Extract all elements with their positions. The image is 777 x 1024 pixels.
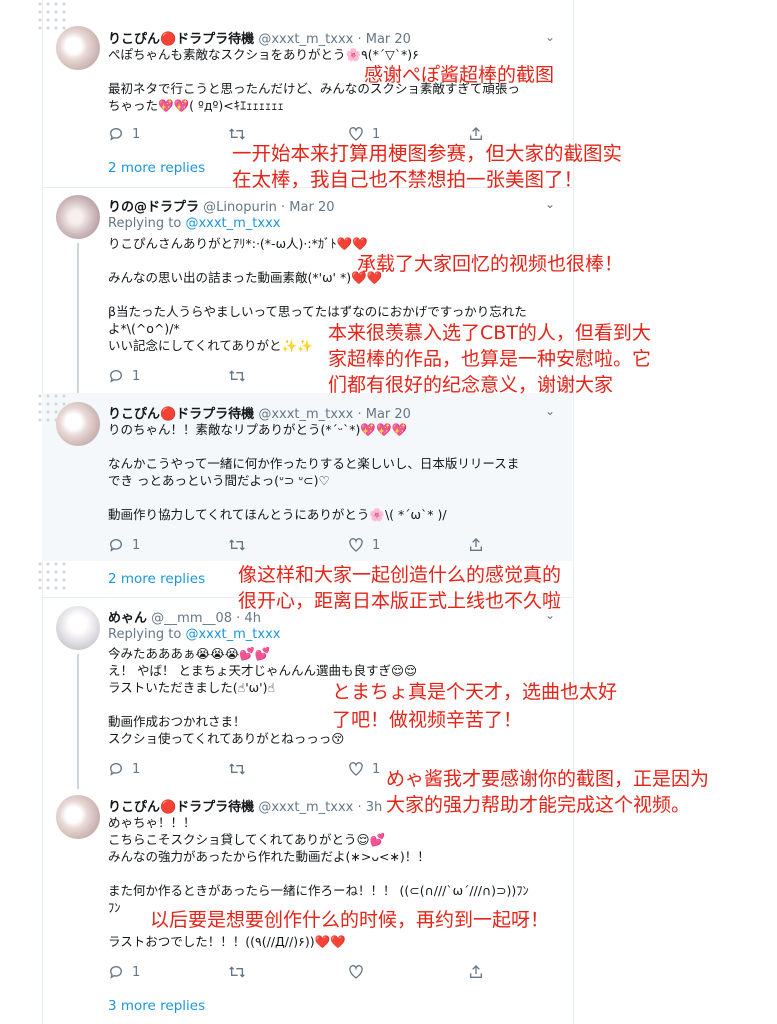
display-name[interactable]: りこぴん🔴ドラプラ待機 xyxy=(108,407,254,422)
reply-count: 1 xyxy=(132,126,141,142)
retweet-button[interactable] xyxy=(228,537,246,553)
reply-button[interactable]: 1 xyxy=(108,964,140,980)
like-icon xyxy=(349,762,363,776)
reply-button[interactable]: 1 xyxy=(108,537,140,553)
handle-date[interactable]: @Linopurin · Mar 20 xyxy=(203,200,334,215)
translation-annotation: 感谢ぺぽ酱超棒的截图 xyxy=(364,64,555,86)
display-name[interactable]: りこぴん🔴ドラプラ待機 xyxy=(108,32,254,47)
retweet-icon xyxy=(229,539,245,551)
share-icon xyxy=(470,965,482,978)
like-icon xyxy=(349,538,363,552)
retweet-button[interactable] xyxy=(228,964,246,980)
reply-count: 1 xyxy=(132,368,141,384)
reply-icon xyxy=(109,966,122,979)
replying-to: Replying to @xxxt_m_txxx xyxy=(108,216,280,231)
retweet-icon xyxy=(229,370,245,382)
tweet-header: りこぴん🔴ドラプラ待機 @xxxt_m_txxx · 3h xyxy=(108,796,382,815)
replying-to: Replying to @xxxt_m_txxx xyxy=(108,627,280,642)
tweet-text: りのちゃん！！素敵なリプありがとう(*´ᵕ`*)💖💖💖 なんかこうやって一緒に何… xyxy=(108,422,520,522)
reply-button[interactable]: 1 xyxy=(108,368,140,384)
chevron-down-icon[interactable]: ⌄ xyxy=(545,404,555,418)
avatar[interactable] xyxy=(56,26,100,70)
display-name[interactable]: りこぴん🔴ドラプラ待機 xyxy=(108,800,254,815)
replying-label: Replying to xyxy=(108,627,186,642)
reply-icon xyxy=(109,539,122,552)
avatar[interactable] xyxy=(56,606,100,650)
share-button[interactable] xyxy=(468,964,484,980)
share-button[interactable] xyxy=(468,126,484,142)
tweet-header: りの@ドラプラ @Linopurin · Mar 20 xyxy=(108,196,335,215)
translation-annotation: 承载了大家回忆的视频也很棒！ xyxy=(357,253,624,275)
translation-annotation: とまちょ真是个天才，选曲也太好 了吧！做视频辛苦了！ xyxy=(332,681,618,731)
mention-link[interactable]: @xxxt_m_txxx xyxy=(185,627,280,642)
display-name[interactable]: りの@ドラプラ xyxy=(108,200,199,215)
like-count: 1 xyxy=(372,126,381,142)
decor-dots xyxy=(36,0,66,30)
tweet-header: りこぴん🔴ドラプラ待機 @xxxt_m_txxx · Mar 20 xyxy=(108,28,411,47)
decor-dots xyxy=(36,560,66,590)
more-replies-link[interactable]: 3 more replies xyxy=(108,998,205,1014)
handle-date[interactable]: @xxxt_m_txxx · Mar 20 xyxy=(258,32,411,47)
like-icon xyxy=(349,127,363,141)
share-icon xyxy=(470,538,482,551)
translation-annotation: 像这样和大家一起创造什么的感觉真的 很开心，距离日本版正式上线也不久啦 xyxy=(238,564,562,612)
translation-annotation: 一开始本来打算用梗图参赛，但大家的截图实 在太棒，我自己也不禁想拍一张美图了！ xyxy=(232,142,623,191)
thread-line xyxy=(77,243,79,393)
like-button[interactable] xyxy=(348,964,364,980)
more-replies-link[interactable]: 2 more replies xyxy=(108,160,205,176)
translation-annotation: 本来很羡慕入选了CBT的人，但看到大 家超棒的作品，也算是一种安慰啦。它 们都有… xyxy=(328,322,652,396)
share-icon xyxy=(470,127,482,140)
like-button[interactable]: 1 xyxy=(348,761,380,777)
replying-label: Replying to xyxy=(108,216,186,231)
display-name[interactable]: めゃん xyxy=(108,611,147,626)
reply-icon xyxy=(109,763,122,776)
more-replies-link[interactable]: 2 more replies xyxy=(108,571,205,587)
thread-line xyxy=(77,654,79,789)
avatar[interactable] xyxy=(56,402,100,446)
reply-count: 1 xyxy=(132,761,141,777)
like-icon xyxy=(349,965,363,979)
like-button[interactable]: 1 xyxy=(348,537,380,553)
share-button[interactable] xyxy=(468,537,484,553)
reply-button[interactable]: 1 xyxy=(108,126,140,142)
reply-count: 1 xyxy=(132,537,141,553)
like-count: 1 xyxy=(372,537,381,553)
like-button[interactable]: 1 xyxy=(348,126,380,142)
chevron-down-icon[interactable]: ⌄ xyxy=(545,30,555,44)
translation-annotation: 以后要是想要创作什么的时候，再约到一起呀！ xyxy=(150,909,550,931)
retweet-icon xyxy=(229,763,245,775)
retweet-button[interactable] xyxy=(228,368,246,384)
avatar[interactable] xyxy=(56,195,100,239)
chevron-down-icon[interactable]: ⌄ xyxy=(545,197,555,211)
handle-date[interactable]: @xxxt_m_txxx · Mar 20 xyxy=(258,407,411,422)
reply-icon xyxy=(109,128,122,141)
reply-count: 1 xyxy=(132,964,141,980)
tweet-header: りこぴん🔴ドラプラ待機 @xxxt_m_txxx · Mar 20 xyxy=(108,403,411,422)
retweet-icon xyxy=(229,128,245,140)
reply-button[interactable]: 1 xyxy=(108,761,140,777)
mention-link[interactable]: @xxxt_m_txxx xyxy=(185,216,280,231)
translation-annotation: めゃ酱我才要感谢你的截图，正是因为 大家的强力帮助才能完成这个视频。 xyxy=(386,768,710,816)
retweet-button[interactable] xyxy=(228,126,246,142)
retweet-icon xyxy=(229,966,245,978)
reply-icon xyxy=(109,370,122,383)
handle-date[interactable]: @xxxt_m_txxx · 3h xyxy=(258,800,382,815)
retweet-button[interactable] xyxy=(228,761,246,777)
avatar[interactable] xyxy=(56,795,100,839)
like-count: 1 xyxy=(372,761,381,777)
